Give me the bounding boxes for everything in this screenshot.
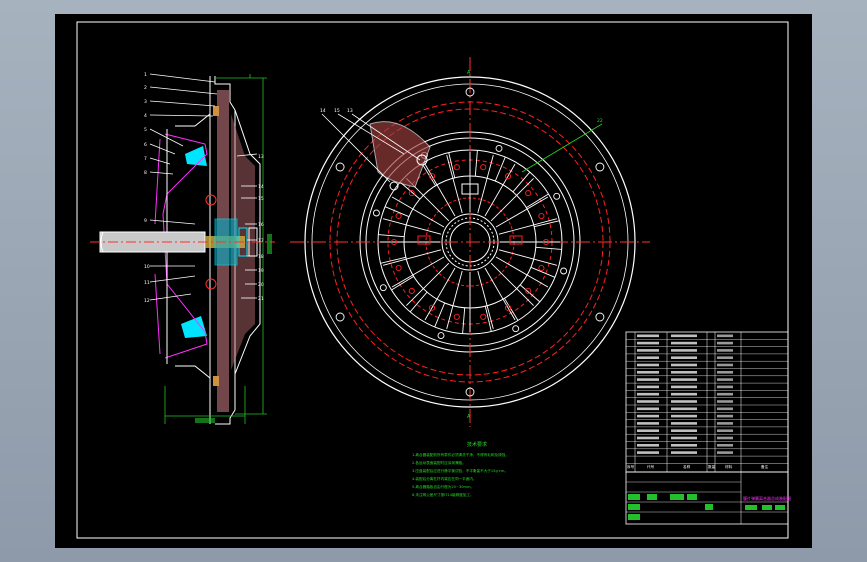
part-number-6: 6 [144,142,147,148]
tech-requirements: 技术要求 1.离合器装配前所有零件必须清洗干净，不得有毛刺及锈蚀。 2.各运动表… [412,441,509,497]
part-number-12: 12 [144,298,150,304]
part-number-7: 7 [144,156,147,162]
section-view [90,73,275,425]
cad-viewport: A A 14 15 13 22 1 2 3 4 5 6 7 8 9 10 11 12 13 14 15 16… [0,0,867,562]
tech-line-2: 2.各运动表面装配时应涂润滑脂。 [412,460,466,465]
part-number-13: 13 [258,154,264,160]
part-number-5: 5 [144,127,147,133]
part-number-19: 19 [258,268,264,274]
section-part-numbers-left: 123456789101112 [144,72,150,304]
tech-line-5: 5.离合器踏板自由行程为20~30mm。 [412,484,474,489]
callout-15: 15 [334,108,340,114]
callout-22: 22 [597,118,603,124]
header-name: 名称 [683,464,691,469]
drawing-sheet: A A 14 15 13 22 1 2 3 4 5 6 7 8 9 10 11 12 13 14 15 16… [55,14,812,548]
tech-line-6: 6.未注明公差尺寸按IT14级精度加工。 [412,492,474,497]
part-number-8: 8 [144,170,147,176]
part-number-3: 3 [144,99,147,105]
part-number-4: 4 [144,113,147,119]
title-block: 膜片弹簧离合器总成装配图 [625,471,791,525]
svg-text:A: A [467,70,471,76]
tech-line-4: 4.装配后分离杠杆内端应在同一平面内。 [412,476,477,481]
front-view: A A [290,57,650,427]
tech-requirements-title: 技术要求 [467,441,487,448]
parts-list: 序号 代号 名称 数量 材料 备注 [625,331,789,473]
part-number-17: 17 [258,238,264,244]
part-number-20: 20 [258,282,264,288]
part-number-9: 9 [144,218,147,224]
part-number-21: 21 [258,296,264,302]
part-number-14: 14 [258,184,264,190]
part-number-2: 2 [144,85,147,91]
header-seq: 序号 [627,464,635,469]
front-view-callouts: 14 15 13 22 [320,108,603,124]
tech-line-3: 3.压盘装配后应进行静平衡试验，不平衡量不大于15g·cm。 [412,468,508,473]
drawing-title: 膜片弹簧离合器总成装配图 [743,495,791,501]
part-number-11: 11 [144,280,150,286]
header-material: 材料 [725,464,733,469]
header-remark: 备注 [761,464,769,469]
part-number-10: 10 [144,264,150,270]
drawing-canvas: A A 14 15 13 22 123456789101112 13141516… [76,21,791,539]
svg-text:A: A [467,414,471,420]
callout-13: 13 [347,108,353,114]
part-number-15: 15 [258,196,264,202]
header-qty: 数量 [708,464,716,469]
header-code: 代号 [647,464,655,469]
part-number-1: 1 [144,72,147,78]
tech-line-1: 1.离合器装配前所有零件必须清洗干净，不得有毛刺及锈蚀。 [412,452,509,457]
part-number-16: 16 [258,222,264,228]
part-number-18: 18 [258,254,264,260]
callout-14: 14 [320,108,326,114]
